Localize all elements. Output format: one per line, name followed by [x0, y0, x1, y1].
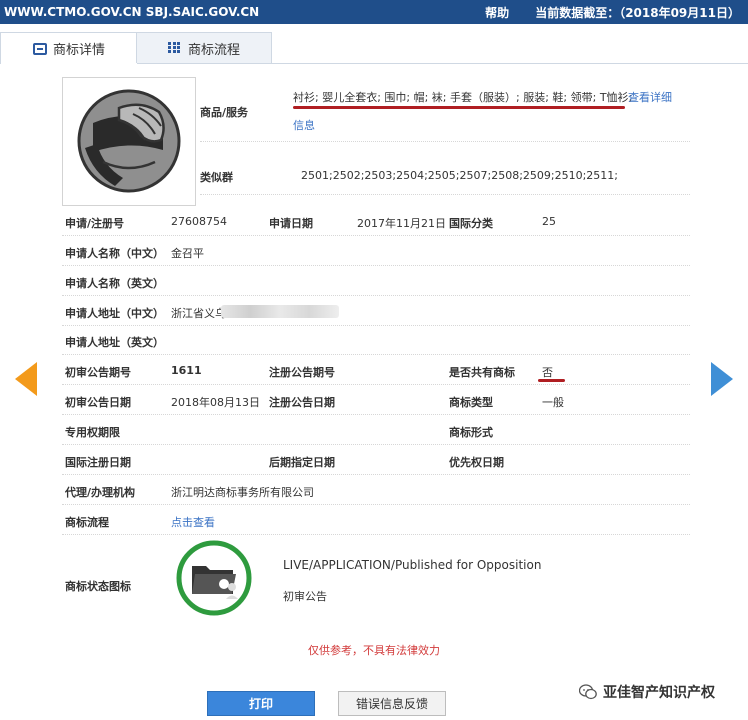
prelim-no-value: 1611: [171, 364, 202, 377]
trademark-image: [62, 77, 196, 206]
intl-reg-date-label: 国际注册日期: [65, 456, 131, 469]
apply-date-value: 2017年11月21日: [357, 217, 446, 230]
goods-text: 衬衫; 婴儿全套衣; 围巾; 帽; 袜; 手套（服装）; 服装; 鞋; 领带; …: [293, 91, 633, 104]
tab-label: 商标详情: [52, 43, 105, 58]
applicant-cn-value: 金召平: [171, 247, 204, 260]
disclaimer: 仅供参考，不具有法律效力: [308, 644, 440, 657]
tab-label: 商标流程: [187, 42, 240, 58]
intl-class-value: 25: [542, 215, 556, 228]
shared-tm-label: 是否共有商标: [449, 366, 515, 379]
row-divider: [62, 474, 690, 475]
facepalm-icon: [77, 89, 181, 193]
similar-group-value: 2501;2502;2503;2504;2505;2507;2508;2509;…: [301, 169, 619, 182]
address-cn-label: 申请人地址（中文）: [65, 307, 164, 320]
watermark: 亚佳智产知识产权: [579, 682, 715, 702]
reg-notice-date-label: 注册公告日期: [269, 396, 335, 409]
watermark-text: 亚佳智产知识产权: [603, 685, 715, 701]
tm-type-label: 商标类型: [449, 396, 493, 409]
flow-view-link[interactable]: 点击查看: [171, 514, 215, 530]
row-divider: [62, 354, 690, 355]
flow-label: 商标流程: [65, 516, 109, 529]
goods-label: 商品/服务: [200, 106, 249, 119]
row-divider: [62, 414, 690, 415]
row-divider: [62, 444, 690, 445]
list-icon: [167, 42, 182, 54]
row-divider: [62, 534, 690, 535]
view-detail-link-cont[interactable]: 信息: [293, 117, 315, 133]
prev-arrow-icon[interactable]: [15, 362, 37, 396]
print-button[interactable]: 打印: [207, 691, 315, 716]
prelim-no-label: 初审公告期号: [65, 366, 131, 379]
data-date: 当前数据截至：（2018年09月11日）: [535, 5, 740, 20]
priority-date-label: 优先权日期: [449, 456, 504, 469]
row-divider: [62, 504, 690, 505]
goods-highlight-line: [293, 106, 625, 109]
row-divider: [62, 295, 690, 296]
status-cn: 初审公告: [283, 590, 327, 603]
row-divider: [62, 265, 690, 266]
prelim-date-value: 2018年08月13日: [171, 396, 260, 409]
applicant-en-label: 申请人名称（英文）: [65, 277, 164, 290]
row-divider: [200, 194, 690, 195]
address-en-label: 申请人地址（英文）: [65, 336, 164, 349]
applicant-cn-label: 申请人名称（中文）: [65, 247, 164, 260]
feedback-button[interactable]: 错误信息反馈: [338, 691, 446, 716]
apply-date-label: 申请日期: [269, 217, 313, 230]
row-divider: [62, 325, 690, 326]
top-bar: WWW.CTMO.GOV.CN SBJ.SAIC.GOV.CN 帮助 当前数据截…: [0, 0, 748, 24]
tab-bar: 商标详情 商标流程: [0, 28, 748, 64]
similar-group-label: 类似群: [200, 171, 233, 184]
folder-people-icon: [176, 540, 252, 616]
next-arrow-icon[interactable]: [711, 362, 733, 396]
agent-label: 代理/办理机构: [65, 486, 136, 499]
tab-trademark-flow[interactable]: 商标流程: [136, 32, 272, 63]
status-icon-label: 商标状态图标: [65, 580, 131, 593]
reg-no-value: 27608754: [171, 215, 227, 228]
row-divider: [62, 235, 690, 236]
status-badge: [175, 539, 253, 617]
later-date-label: 后期指定日期: [269, 456, 335, 469]
status-en: LIVE/APPLICATION/Published for Oppositio…: [283, 558, 542, 572]
address-cn-value: 浙江省义乌: [171, 307, 226, 320]
document-icon: [32, 42, 47, 55]
shared-tm-value: 否: [542, 366, 553, 379]
tm-form-label: 商标形式: [449, 426, 493, 439]
prelim-date-label: 初审公告日期: [65, 396, 131, 409]
help-link[interactable]: 帮助: [485, 4, 509, 21]
intl-class-label: 国际分类: [449, 217, 493, 230]
tab-trademark-detail[interactable]: 商标详情: [0, 32, 138, 64]
view-detail-link[interactable]: 查看详细: [628, 89, 672, 105]
row-divider: [62, 384, 690, 385]
wechat-icon: [579, 684, 597, 700]
site-url: WWW.CTMO.GOV.CN SBJ.SAIC.GOV.CN: [4, 5, 260, 19]
tm-type-value: 一般: [542, 396, 564, 409]
row-divider: [200, 141, 690, 142]
agent-value: 浙江明达商标事务所有限公司: [171, 486, 314, 499]
exclusive-period-label: 专用权期限: [65, 426, 120, 439]
shared-highlight-line: [538, 379, 565, 382]
reg-no-label: 申请/注册号: [65, 217, 125, 230]
reg-notice-no-label: 注册公告期号: [269, 366, 335, 379]
address-redaction: [221, 305, 339, 318]
